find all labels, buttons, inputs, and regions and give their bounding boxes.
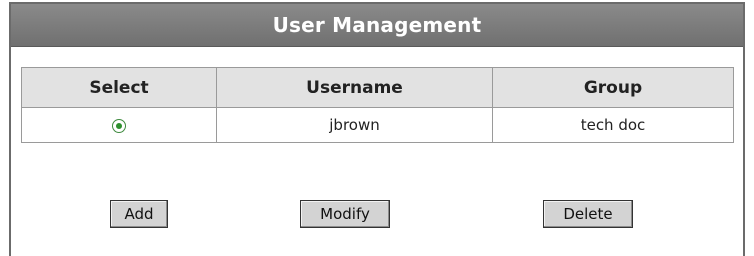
user-management-panel: User Management Select Username Group jb… — [9, 2, 745, 256]
table-row: jbrown tech doc — [21, 107, 734, 143]
select-cell — [21, 107, 217, 143]
user-table: Select Username Group jbrown tech doc — [21, 67, 734, 143]
column-header-group: Group — [492, 67, 734, 108]
modify-button[interactable]: Modify — [300, 200, 390, 228]
column-header-username: Username — [216, 67, 493, 108]
delete-button[interactable]: Delete — [543, 200, 633, 228]
radio-selected-dot — [116, 122, 122, 129]
group-cell: tech doc — [492, 107, 734, 143]
select-radio-button[interactable] — [112, 118, 126, 133]
add-button[interactable]: Add — [110, 200, 168, 228]
panel-title: User Management — [272, 13, 482, 37]
panel-header: User Management — [11, 4, 743, 47]
column-header-select: Select — [21, 67, 217, 108]
username-cell: jbrown — [216, 107, 493, 143]
table-header-row: Select Username Group — [21, 67, 734, 108]
